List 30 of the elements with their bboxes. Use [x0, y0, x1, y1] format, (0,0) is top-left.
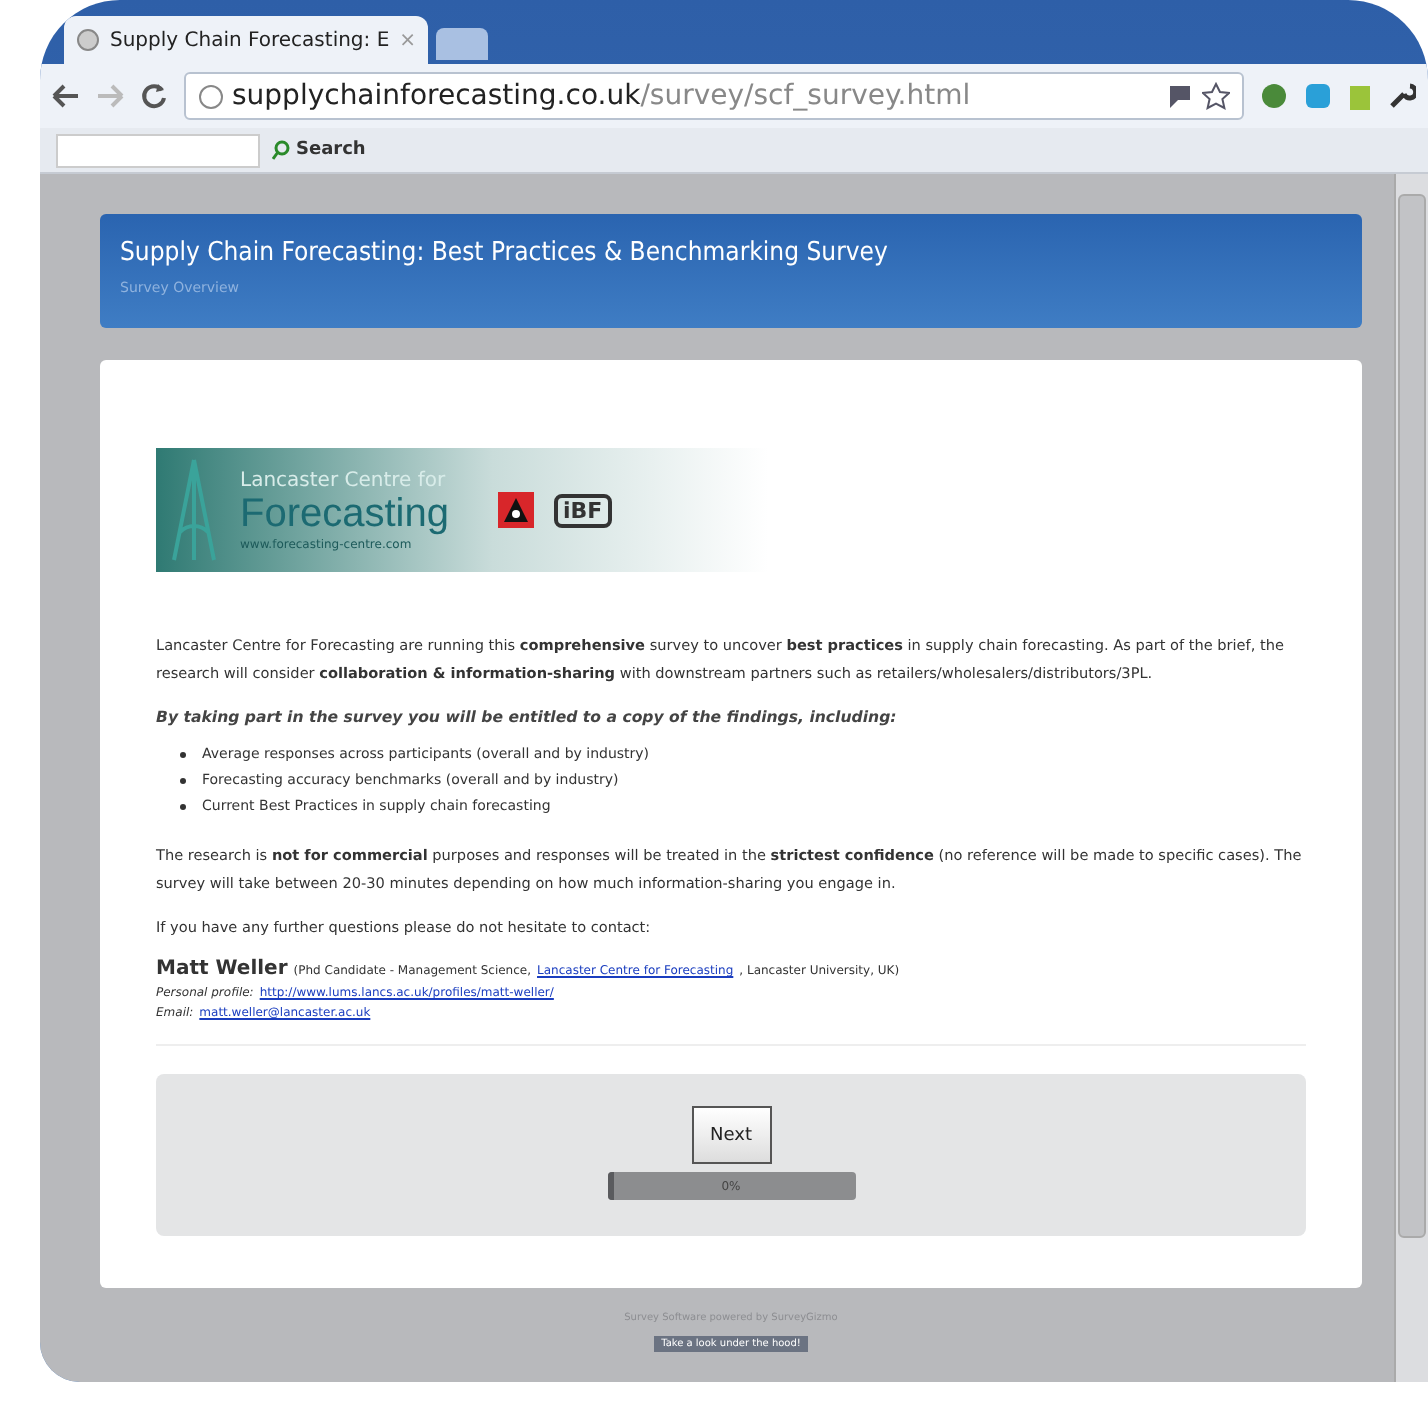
- logo-badge: iBF: [553, 493, 613, 527]
- survey-title: Supply Chain Forecasting: Best Practices & Benchmarking Survey: [120, 238, 890, 268]
- bullet-icon: [180, 751, 186, 757]
- logo-text: Forecasting: [240, 491, 449, 537]
- new-tab-button[interactable]: [436, 28, 489, 60]
- tower-icon: [168, 456, 220, 564]
- search-button[interactable]: Search: [272, 140, 366, 160]
- wrench-icon[interactable]: [1388, 82, 1416, 110]
- globe-icon: [198, 83, 224, 109]
- triangle-logo-icon: [497, 492, 533, 528]
- extension-icon[interactable]: [1304, 82, 1332, 110]
- url-text: supplychainforecasting.co.uk/survey/scf_survey.html: [232, 80, 971, 112]
- scrollbar[interactable]: [1394, 174, 1428, 1382]
- scrollbar-thumb[interactable]: [1398, 194, 1426, 1238]
- reload-icon[interactable]: [140, 82, 168, 110]
- clipboard-icon[interactable]: [1348, 81, 1372, 111]
- extension-icon[interactable]: [1260, 82, 1288, 110]
- globe-icon: [76, 28, 100, 52]
- tab-title: Supply Chain Forecasting: E: [110, 29, 390, 51]
- toolbar-search-field[interactable]: [56, 133, 260, 167]
- search-icon: [272, 140, 290, 160]
- star-icon[interactable]: [1202, 82, 1230, 110]
- contact-name: Matt Weller: [156, 958, 288, 980]
- flag-icon[interactable]: [1166, 82, 1194, 110]
- bullet-icon: [180, 803, 186, 809]
- bullet-icon: [180, 777, 186, 783]
- address-bar[interactable]: supplychainforecasting.co.uk/survey/scf_survey.html: [184, 72, 1244, 120]
- browser-tab[interactable]: Supply Chain Forecasting: E ×: [64, 16, 429, 64]
- back-icon[interactable]: [52, 84, 80, 108]
- next-button[interactable]: Next: [691, 1106, 771, 1164]
